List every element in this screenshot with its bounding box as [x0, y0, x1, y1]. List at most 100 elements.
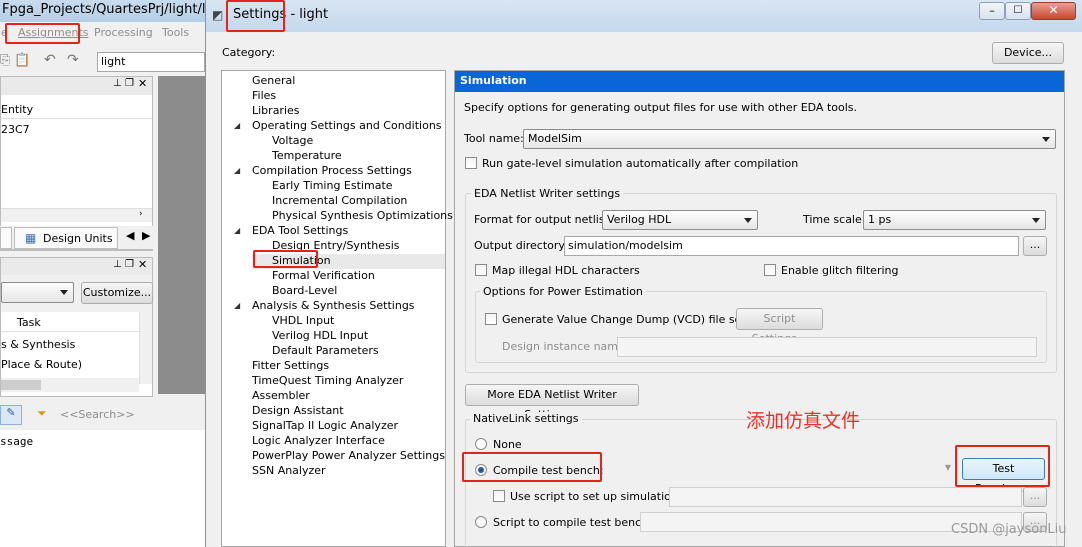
category-item[interactable]: Voltage — [272, 133, 313, 148]
more-eda-settings-button[interactable]: More EDA Netlist Writer Settings... — [465, 384, 639, 421]
design-instance-input[interactable] — [617, 337, 1037, 357]
timescale-select[interactable]: 1 ps — [863, 210, 1046, 230]
output-dir-input[interactable]: simulation/modelsim — [564, 236, 1019, 256]
radio-none[interactable] — [475, 438, 487, 450]
close-icon[interactable]: ✕ — [138, 77, 147, 90]
category-item[interactable]: Logic Analyzer Interface — [252, 433, 385, 448]
category-item[interactable]: Formal Verification — [272, 268, 375, 283]
category-item[interactable]: Assembler — [252, 388, 310, 403]
hierarchy-column-header: Entity — [1, 101, 152, 119]
category-item[interactable]: VHDL Input — [272, 313, 334, 328]
entity-column-label: Entity — [1, 103, 34, 116]
category-item[interactable]: SSN Analyzer — [252, 463, 326, 478]
close-button[interactable]: ✕ — [1031, 2, 1076, 20]
category-item[interactable]: Early Timing Estimate — [272, 178, 393, 193]
use-script-input[interactable] — [669, 487, 1022, 507]
use-script-browse-button[interactable]: ... — [1023, 487, 1047, 507]
category-item[interactable]: Verilog HDL Input — [272, 328, 368, 343]
expand-triangle-icon[interactable]: ◢ — [234, 121, 240, 130]
task-row[interactable]: Place & Route) — [1, 358, 82, 371]
use-script-checkbox[interactable] — [493, 490, 505, 502]
map-illegal-checkbox[interactable] — [475, 264, 487, 276]
category-item[interactable]: SignalTap II Logic Analyzer — [252, 418, 398, 433]
script-settings-button[interactable]: Script Settings... — [736, 308, 823, 345]
maximize-button[interactable]: ☐ — [1005, 2, 1031, 20]
category-tree: General Files Libraries ◢ Operating Settings… — [221, 70, 453, 547]
menu-tools[interactable]: Tools — [162, 26, 189, 39]
message-filter-button[interactable]: ✎ — [0, 405, 22, 425]
category-item[interactable]: Analysis & Synthesis Settings — [252, 298, 415, 313]
tab-scroll-left-icon[interactable]: ◀ — [126, 229, 134, 242]
restore-icon[interactable]: ❐ — [125, 78, 134, 89]
glitch-filter-checkbox[interactable] — [764, 264, 776, 276]
browse-output-dir-button[interactable]: ... — [1023, 236, 1047, 256]
category-item[interactable]: Design Assistant — [252, 403, 344, 418]
category-item[interactable]: Default Parameters — [272, 343, 379, 358]
category-item[interactable]: Physical Synthesis Optimizations — [272, 208, 453, 223]
device-button[interactable]: Device... — [992, 42, 1064, 64]
category-item[interactable]: General — [252, 73, 295, 88]
task-vscroll[interactable] — [139, 312, 152, 384]
mdi-workspace — [158, 76, 205, 394]
format-select[interactable]: Verilog HDL — [602, 210, 758, 230]
expand-triangle-icon[interactable]: ◢ — [234, 226, 240, 235]
message-search-input[interactable]: <<Search>> — [60, 408, 135, 421]
output-dir-label: Output directory: — [474, 239, 568, 252]
bg-title-bar: Fpga_Projects/QuartesPrj/light/ligh — [0, 0, 226, 22]
customize-button[interactable]: Customize... — [81, 282, 153, 304]
menu-assignments[interactable]: Assignments — [18, 26, 89, 39]
project-combo-value: light — [101, 55, 126, 68]
category-item[interactable]: EDA Tool Settings — [252, 223, 348, 238]
category-item[interactable]: Incremental Compilation — [272, 193, 407, 208]
test-bench-select[interactable]: ▼ — [603, 459, 955, 479]
task-hscroll[interactable] — [1, 378, 139, 392]
task-column-header: Task — [1, 312, 139, 332]
paste-icon[interactable]: 📋 — [14, 53, 30, 68]
category-item[interactable]: Simulation — [272, 253, 331, 268]
tasks-restore-icon[interactable]: ❐ — [125, 259, 134, 270]
category-item[interactable]: Libraries — [252, 103, 300, 118]
tab-design-units[interactable]: ▦ Design Units — [14, 227, 118, 249]
copy-icon[interactable]: ⎘ — [0, 53, 10, 68]
category-item[interactable]: Fitter Settings — [252, 358, 329, 373]
hierarchy-row[interactable]: 23C7 — [1, 123, 30, 136]
category-item[interactable]: Temperature — [272, 148, 342, 163]
menu-processing[interactable]: Processing — [94, 26, 153, 39]
category-item[interactable]: Compilation Process Settings — [252, 163, 412, 178]
menu-edit-fragment[interactable]: e — [1, 26, 8, 39]
project-combo[interactable]: light — [97, 52, 205, 72]
filter-icon[interactable]: ⏷ — [37, 406, 47, 421]
flow-select[interactable] — [1, 282, 74, 303]
tab-scroll-right-icon[interactable]: ▶ — [142, 229, 150, 242]
category-item[interactable]: TimeQuest Timing Analyzer — [252, 373, 403, 388]
tool-name-select[interactable]: ModelSim — [523, 129, 1056, 149]
category-item[interactable]: Board-Level — [272, 283, 337, 298]
settings-panel: Simulation Specify options for generatin… — [454, 70, 1065, 547]
minimize-button[interactable]: – — [979, 2, 1005, 20]
undo-icon[interactable]: ↶ — [44, 52, 56, 68]
expand-triangle-icon[interactable]: ◢ — [234, 301, 240, 310]
category-item[interactable]: Files — [252, 88, 276, 103]
gen-vcd-checkbox[interactable] — [485, 313, 497, 325]
tasks-pin-icon[interactable]: ⊥ — [113, 259, 122, 270]
category-item[interactable]: Design Entry/Synthesis — [272, 238, 399, 253]
scroll-right-icon[interactable]: › — [139, 209, 143, 219]
tasks-close-icon[interactable]: ✕ — [138, 258, 147, 271]
pin-icon[interactable]: ⊥ — [113, 78, 122, 89]
expand-triangle-icon[interactable]: ◢ — [234, 166, 240, 175]
run-gate-level-checkbox[interactable] — [465, 157, 477, 169]
category-item[interactable]: Operating Settings and Conditions — [252, 118, 442, 133]
radio-script-compile[interactable] — [475, 516, 487, 528]
task-row[interactable]: s & Synthesis — [1, 338, 75, 351]
test-benches-button[interactable]: Test Benches... — [962, 458, 1045, 495]
bg-toolbar: ⎘ 📋 ↶ ↷ light — [0, 50, 205, 74]
dialog-title: Settings - light — [233, 7, 329, 22]
redo-icon[interactable]: ↷ — [67, 52, 79, 68]
hierarchy-hscroll[interactable]: › — [1, 208, 152, 222]
tab-prev-fragment[interactable] — [0, 227, 12, 249]
design-units-label: Design Units — [43, 232, 113, 245]
device-button-label: Device... — [1003, 46, 1053, 59]
category-item[interactable]: PowerPlay Power Analyzer Settings — [252, 448, 445, 463]
radio-compile-test-bench[interactable] — [475, 464, 487, 476]
task-hscroll-thumb[interactable] — [1, 380, 41, 390]
